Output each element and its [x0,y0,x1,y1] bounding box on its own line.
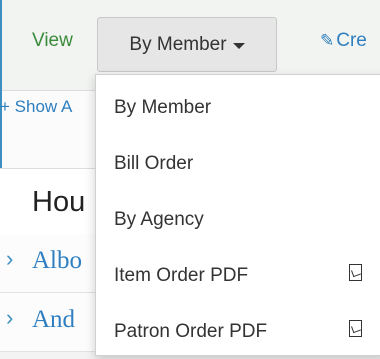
create-link[interactable]: ✎ Cre [320,30,367,52]
menu-item-label: By Member [114,97,212,118]
view-dropdown-value: By Member [129,33,227,55]
view-label: View [32,30,73,51]
pdf-icon [349,264,362,281]
menu-item-bill-order[interactable]: Bill Order [96,135,380,191]
create-link-label: Cre [336,30,367,51]
menu-item-by-agency[interactable]: By Agency [96,191,380,247]
menu-item-label: By Agency [114,209,204,230]
chevron-right-icon[interactable]: › [6,246,13,272]
caret-down-icon [232,43,245,49]
menu-item-by-member[interactable]: By Member [96,79,380,135]
pencil-icon: ✎ [320,31,335,50]
menu-item-label: Patron Order PDF [114,321,268,342]
menu-item-label: Item Order PDF [114,265,249,286]
view-dropdown-menu: By Member Bill Order By Agency Item Orde… [95,74,380,356]
section-heading-text: Hou [32,186,86,218]
menu-item-item-order-pdf[interactable]: Item Order PDF [96,247,380,303]
view-dropdown-button[interactable]: By Member [97,17,277,72]
chevron-right-icon[interactable]: › [6,305,13,331]
list-item-name[interactable]: Albo [32,247,82,275]
menu-item-label: Bill Order [114,153,194,174]
show-all-link[interactable]: + Show A [0,97,72,117]
list-item-name[interactable]: And [32,306,75,334]
pdf-icon [349,320,362,337]
